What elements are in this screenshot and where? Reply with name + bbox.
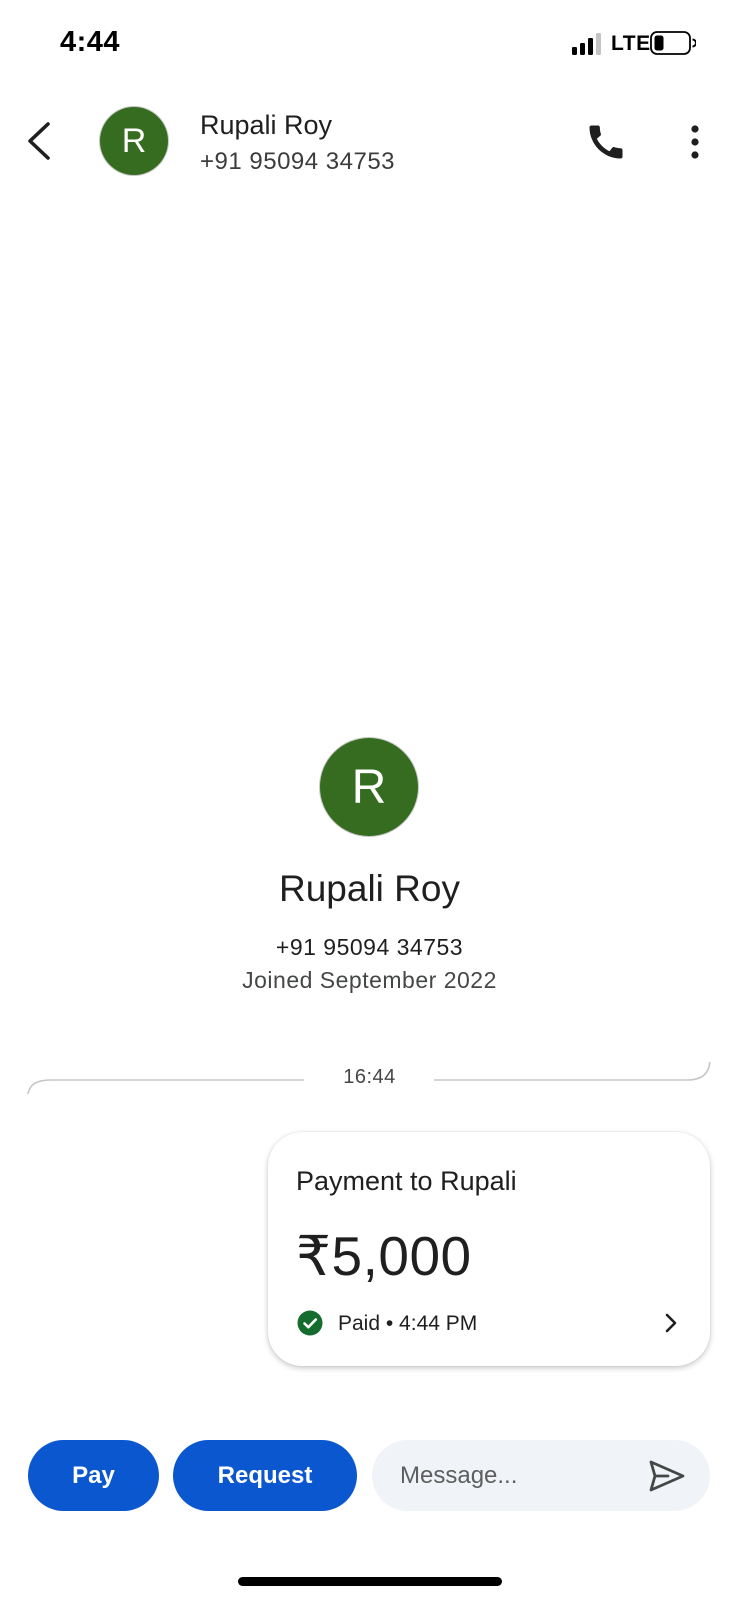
pay-button[interactable]: Pay xyxy=(28,1440,159,1511)
network-type: LTE xyxy=(611,32,651,55)
message-input[interactable] xyxy=(400,1440,630,1511)
payment-amount: ₹5,000 xyxy=(296,1225,472,1287)
request-button[interactable]: Request xyxy=(173,1440,357,1511)
home-indicator[interactable] xyxy=(238,1577,502,1586)
back-button[interactable] xyxy=(18,116,62,166)
phone-icon xyxy=(589,125,623,159)
contact-name[interactable]: Rupali Roy xyxy=(200,110,332,141)
contact-phone: +91 95094 34753 xyxy=(200,148,396,175)
status-time: 4:44 xyxy=(60,26,121,58)
profile-name: Rupali Roy xyxy=(279,868,460,909)
chevron-right-icon xyxy=(665,1313,677,1333)
payment-card[interactable]: Payment to Rupali ₹5,000 Paid • 4:44 PM xyxy=(268,1132,710,1366)
send-icon[interactable] xyxy=(648,1459,686,1493)
more-vert-icon xyxy=(691,125,699,159)
call-button[interactable] xyxy=(584,120,628,164)
check-circle-icon xyxy=(297,1310,323,1336)
contact-avatar[interactable]: R xyxy=(100,107,168,175)
profile-joined-date: Joined September 2022 xyxy=(242,967,497,993)
signal-icon xyxy=(572,33,601,55)
profile-avatar: R xyxy=(320,738,418,836)
payment-title: Payment to Rupali xyxy=(296,1166,517,1196)
more-options-button[interactable] xyxy=(680,120,710,164)
message-composer xyxy=(372,1440,710,1511)
payment-status: Paid • 4:44 PM xyxy=(338,1312,478,1335)
divider-time: 16:44 xyxy=(343,1066,396,1088)
profile-phone: +91 95094 34753 xyxy=(275,934,464,960)
battery-icon xyxy=(650,31,696,55)
back-arrow-icon xyxy=(28,122,50,160)
